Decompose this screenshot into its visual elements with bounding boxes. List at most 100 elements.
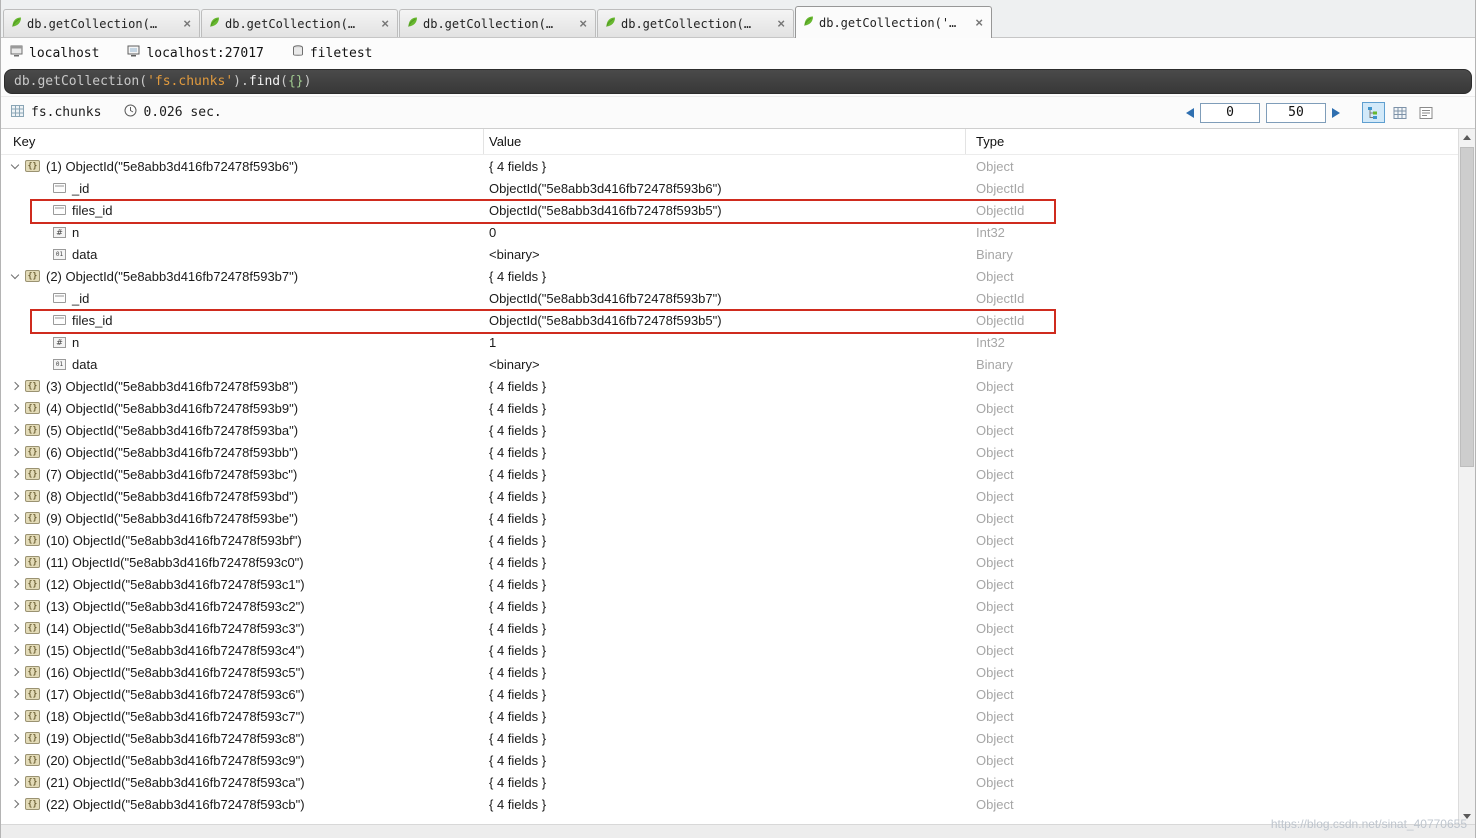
table-row[interactable]: _id ObjectId("5e8abb3d416fb72478f593b6") O… <box>1 177 1475 199</box>
row-key: files_id <box>72 202 113 218</box>
tab-close-icon[interactable]: × <box>974 15 984 30</box>
scrollbar-thumb[interactable] <box>1460 147 1474 467</box>
scroll-up-icon[interactable] <box>1459 129 1475 145</box>
text-view-button[interactable] <box>1414 102 1437 123</box>
row-value: { 4 fields } <box>489 620 547 636</box>
document-icon <box>25 754 40 766</box>
expand-arrow-icon[interactable] <box>5 529 25 551</box>
table-row[interactable]: (20) ObjectId("5e8abb3d416fb72478f593c9"… <box>1 749 1475 771</box>
table-row[interactable]: (4) ObjectId("5e8abb3d416fb72478f593b9")… <box>1 397 1475 419</box>
document-icon <box>25 424 40 436</box>
table-row[interactable]: (5) ObjectId("5e8abb3d416fb72478f593ba")… <box>1 419 1475 441</box>
tree-view-button[interactable] <box>1362 102 1385 123</box>
tab-close-icon[interactable]: × <box>776 16 786 31</box>
row-type: Object <box>976 554 1014 570</box>
tab-close-icon[interactable]: × <box>380 16 390 31</box>
row-type: Int32 <box>976 334 1005 350</box>
next-page-button[interactable] <box>1332 107 1340 118</box>
expand-arrow-icon[interactable] <box>5 419 25 441</box>
row-key: (13) ObjectId("5e8abb3d416fb72478f593c2"… <box>46 598 305 614</box>
table-row[interactable]: (6) ObjectId("5e8abb3d416fb72478f593bb")… <box>1 441 1475 463</box>
column-header-key[interactable]: Key <box>1 129 484 154</box>
table-row[interactable]: (21) ObjectId("5e8abb3d416fb72478f593ca"… <box>1 771 1475 793</box>
table-row[interactable]: (7) ObjectId("5e8abb3d416fb72478f593bc")… <box>1 463 1475 485</box>
table-row[interactable]: files_id ObjectId("5e8abb3d416fb72478f593… <box>1 199 1475 224</box>
limit-input[interactable] <box>1266 102 1326 123</box>
table-row[interactable]: (17) ObjectId("5e8abb3d416fb72478f593c6"… <box>1 683 1475 705</box>
row-value: { 4 fields } <box>489 774 547 790</box>
table-row[interactable]: (10) ObjectId("5e8abb3d416fb72478f593bf"… <box>1 529 1475 551</box>
breadcrumb-database-label: filetest <box>309 45 373 61</box>
query-editor[interactable]: db.getCollection('fs.chunks').find({}) <box>4 69 1472 94</box>
tab-1[interactable]: db.getCollection(… × <box>3 9 200 37</box>
row-key: (5) ObjectId("5e8abb3d416fb72478f593ba") <box>46 422 299 438</box>
table-row[interactable]: (12) ObjectId("5e8abb3d416fb72478f593c1"… <box>1 573 1475 595</box>
table-row[interactable]: n 1 Int32 <box>1 331 1475 353</box>
document-icon <box>25 270 40 282</box>
table-row[interactable]: (3) ObjectId("5e8abb3d416fb72478f593b8")… <box>1 375 1475 397</box>
row-value: 1 <box>489 334 497 350</box>
expand-arrow-icon[interactable] <box>5 441 25 463</box>
tab-4[interactable]: db.getCollection(… × <box>597 9 794 37</box>
table-row[interactable]: _id ObjectId("5e8abb3d416fb72478f593b7") O… <box>1 287 1475 309</box>
table-row[interactable]: (18) ObjectId("5e8abb3d416fb72478f593c7"… <box>1 705 1475 727</box>
row-value: { 4 fields } <box>489 488 547 504</box>
table-row[interactable]: (13) ObjectId("5e8abb3d416fb72478f593c2"… <box>1 595 1475 617</box>
expand-arrow-icon[interactable] <box>5 375 25 397</box>
row-type: Object <box>976 686 1014 702</box>
expand-arrow-icon[interactable] <box>5 793 25 815</box>
query-time-label: 0.026 sec. <box>143 105 222 120</box>
column-header-type[interactable]: Type <box>966 129 1475 154</box>
prev-page-button[interactable] <box>1186 107 1194 118</box>
tab-close-icon[interactable]: × <box>578 16 588 31</box>
tab-5-active[interactable]: db.getCollection('… × <box>795 6 992 38</box>
tab-3[interactable]: db.getCollection(… × <box>399 9 596 37</box>
row-key-cell: (20) ObjectId("5e8abb3d416fb72478f593c9"… <box>1 749 484 771</box>
expand-arrow-icon[interactable] <box>5 551 25 573</box>
table-row[interactable]: (9) ObjectId("5e8abb3d416fb72478f593be")… <box>1 507 1475 529</box>
expand-arrow-icon[interactable] <box>5 639 25 661</box>
table-row[interactable]: (22) ObjectId("5e8abb3d416fb72478f593cb"… <box>1 793 1475 815</box>
table-row[interactable]: data <binary> Binary <box>1 353 1475 375</box>
expand-arrow-icon[interactable] <box>5 397 25 419</box>
expand-arrow-icon[interactable] <box>5 683 25 705</box>
breadcrumb-database[interactable]: filetest <box>292 45 373 61</box>
expand-arrow-icon[interactable] <box>5 727 25 749</box>
expand-arrow-icon[interactable] <box>5 507 25 529</box>
leaf-icon <box>209 16 220 31</box>
expand-arrow-icon[interactable] <box>5 485 25 507</box>
vertical-scrollbar[interactable] <box>1458 129 1475 824</box>
tab-close-icon[interactable]: × <box>182 16 192 31</box>
expand-arrow-icon[interactable] <box>5 617 25 639</box>
expand-arrow-icon[interactable] <box>5 595 25 617</box>
collapse-arrow-icon[interactable] <box>5 265 25 287</box>
expand-arrow-icon[interactable] <box>5 661 25 683</box>
breadcrumb-host[interactable]: localhost:27017 <box>127 45 264 61</box>
table-row[interactable]: (2) ObjectId("5e8abb3d416fb72478f593b7")… <box>1 265 1475 287</box>
table-row[interactable]: (19) ObjectId("5e8abb3d416fb72478f593c8"… <box>1 727 1475 749</box>
breadcrumb-server[interactable]: localhost <box>10 45 99 61</box>
table-row[interactable]: data <binary> Binary <box>1 243 1475 265</box>
table-row[interactable]: (16) ObjectId("5e8abb3d416fb72478f593c5"… <box>1 661 1475 683</box>
table-row[interactable]: (11) ObjectId("5e8abb3d416fb72478f593c0"… <box>1 551 1475 573</box>
query-time: 0.026 sec. <box>124 104 222 121</box>
table-view-button[interactable] <box>1388 102 1411 123</box>
table-row[interactable]: (1) ObjectId("5e8abb3d416fb72478f593b6")… <box>1 155 1475 177</box>
tab-2[interactable]: db.getCollection(… × <box>201 9 398 37</box>
column-header-value[interactable]: Value <box>484 129 966 154</box>
skip-input[interactable] <box>1200 102 1260 123</box>
table-row[interactable]: files_id ObjectId("5e8abb3d416fb72478f593… <box>1 309 1475 334</box>
paging-controls <box>1186 102 1465 123</box>
row-type: ObjectId <box>976 312 1025 328</box>
row-key: (6) ObjectId("5e8abb3d416fb72478f593bb") <box>46 444 299 460</box>
table-row[interactable]: (8) ObjectId("5e8abb3d416fb72478f593bd")… <box>1 485 1475 507</box>
table-row[interactable]: n 0 Int32 <box>1 221 1475 243</box>
table-row[interactable]: (14) ObjectId("5e8abb3d416fb72478f593c3"… <box>1 617 1475 639</box>
collapse-arrow-icon[interactable] <box>5 155 25 177</box>
expand-arrow-icon[interactable] <box>5 573 25 595</box>
expand-arrow-icon[interactable] <box>5 771 25 793</box>
expand-arrow-icon[interactable] <box>5 705 25 727</box>
expand-arrow-icon[interactable] <box>5 749 25 771</box>
expand-arrow-icon[interactable] <box>5 463 25 485</box>
table-row[interactable]: (15) ObjectId("5e8abb3d416fb72478f593c4"… <box>1 639 1475 661</box>
